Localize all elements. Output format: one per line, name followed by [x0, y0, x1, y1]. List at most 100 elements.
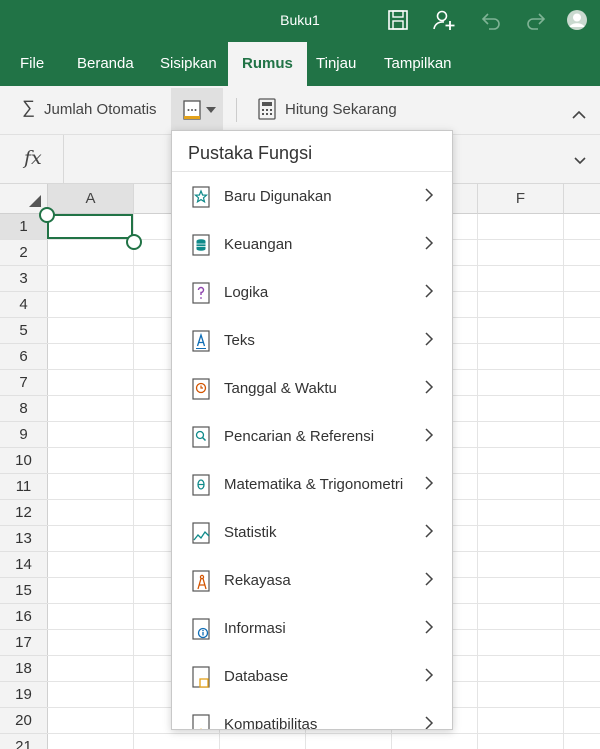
avatar[interactable] — [564, 7, 590, 33]
magnifier-doc-icon — [192, 426, 210, 448]
expand-formula-icon[interactable] — [574, 157, 586, 165]
save-icon[interactable] — [385, 7, 411, 33]
grid-line — [47, 733, 600, 734]
share-icon[interactable] — [431, 7, 457, 33]
text-doc-icon — [192, 330, 210, 352]
row-header[interactable]: 19 — [0, 682, 48, 708]
menu-item-logical[interactable]: Logika — [172, 268, 452, 316]
menu-item-lookup-reference[interactable]: Pencarian & Referensi — [172, 412, 452, 460]
coins-doc-icon — [192, 234, 210, 256]
row-header[interactable]: 11 — [0, 474, 48, 500]
column-header-f[interactable]: F — [478, 184, 564, 214]
menu-item-compatibility[interactable]: Kompatibilitas — [172, 700, 452, 729]
menu-item-date-time[interactable]: Tanggal & Waktu — [172, 364, 452, 412]
menu-item-engineering[interactable]: Rekayasa — [172, 556, 452, 604]
tab-file[interactable]: File — [20, 42, 44, 86]
chevron-right-icon — [425, 476, 434, 490]
database-doc-icon — [192, 666, 210, 688]
selection-handle-end[interactable] — [126, 234, 142, 250]
menu-item-label: Baru Digunakan — [224, 188, 332, 205]
chevron-right-icon — [425, 668, 434, 682]
tab-insert[interactable]: Sisipkan — [160, 42, 217, 86]
menu-item-label: Matematika & Trigonometri — [224, 476, 404, 493]
tab-home[interactable]: Beranda — [77, 42, 134, 86]
row-header[interactable]: 13 — [0, 526, 48, 552]
compass-doc-icon — [192, 570, 210, 592]
question-doc-icon — [192, 282, 210, 304]
select-all-icon — [29, 195, 41, 207]
chevron-right-icon — [425, 284, 434, 298]
toolbar-divider — [236, 98, 237, 122]
menu-item-label: Keuangan — [224, 236, 293, 253]
row-header[interactable]: 18 — [0, 656, 48, 682]
fx-icon[interactable]: fx — [24, 147, 42, 169]
menu-item-financial[interactable]: Keuangan — [172, 220, 452, 268]
row-header[interactable]: 3 — [0, 266, 48, 292]
undo-icon[interactable] — [478, 7, 504, 33]
chevron-right-icon — [425, 428, 434, 442]
row-header[interactable]: 9 — [0, 422, 48, 448]
menu-item-math-trig[interactable]: Matematika & Trigonometri — [172, 460, 452, 508]
function-library-button[interactable] — [171, 88, 223, 132]
formula-divider — [63, 135, 64, 183]
tab-formulas[interactable]: Rumus — [228, 42, 307, 86]
column-header-g[interactable]: G — [564, 184, 600, 214]
menu-item-label: Teks — [224, 332, 255, 349]
function-library-icon — [183, 100, 201, 120]
menu-item-information[interactable]: Informasi — [172, 604, 452, 652]
row-header[interactable]: 2 — [0, 240, 48, 266]
compat-doc-icon — [192, 714, 210, 729]
info-doc-icon — [192, 618, 210, 640]
chevron-right-icon — [425, 620, 434, 634]
row-header[interactable]: 14 — [0, 552, 48, 578]
title-bar: Buku1 — [0, 0, 600, 42]
menu-title: Pustaka Fungsi — [188, 143, 313, 163]
row-header[interactable]: 17 — [0, 630, 48, 656]
grid-line — [563, 214, 564, 749]
chevron-right-icon — [425, 572, 434, 586]
calculator-icon[interactable] — [258, 98, 276, 125]
selection-handle-start[interactable] — [39, 207, 55, 223]
menu-item-text[interactable]: Teks — [172, 316, 452, 364]
row-header[interactable]: 4 — [0, 292, 48, 318]
autosum-button[interactable]: Jumlah Otomatis — [44, 101, 157, 118]
redo-icon[interactable] — [523, 7, 549, 33]
chevron-right-icon — [425, 380, 434, 394]
row-header[interactable]: 10 — [0, 448, 48, 474]
row-header[interactable]: 16 — [0, 604, 48, 630]
row-header[interactable]: 6 — [0, 344, 48, 370]
menu-item-label: Statistik — [224, 524, 277, 541]
menu-item-label: Logika — [224, 284, 269, 301]
grid-line — [133, 214, 134, 749]
chevron-right-icon — [425, 716, 434, 729]
collapse-ribbon-icon[interactable] — [572, 111, 586, 119]
row-header[interactable]: 7 — [0, 370, 48, 396]
autosum-icon[interactable]: ∑ — [22, 97, 35, 118]
column-header-a[interactable]: A — [48, 184, 134, 214]
selected-cell[interactable] — [47, 214, 133, 239]
function-library-menu: Pustaka Fungsi Baru Digunakan Keuangan L… — [171, 130, 453, 730]
row-header[interactable]: 5 — [0, 318, 48, 344]
grid-line — [477, 214, 478, 749]
menu-item-label: Pencarian & Referensi — [224, 428, 375, 445]
menu-item-recent[interactable]: Baru Digunakan — [172, 172, 452, 220]
menu-item-label: Tanggal & Waktu — [224, 380, 337, 397]
calculate-now-button[interactable]: Hitung Sekarang — [285, 101, 397, 118]
ribbon-toolbar: ∑ Jumlah Otomatis Hitung Sekarang — [0, 86, 600, 135]
window-title: Buku1 — [280, 12, 320, 28]
row-header[interactable]: 8 — [0, 396, 48, 422]
chevron-down-icon — [206, 107, 216, 113]
ribbon-tabs: File Beranda Sisipkan Rumus Tinjau Tampi… — [0, 42, 600, 86]
menu-item-database[interactable]: Database — [172, 652, 452, 700]
menu-item-statistical[interactable]: Statistik — [172, 508, 452, 556]
row-header[interactable]: 15 — [0, 578, 48, 604]
chart-doc-icon — [192, 522, 210, 544]
row-header[interactable]: 21 — [0, 734, 48, 749]
tab-view[interactable]: Tampilkan — [384, 42, 452, 86]
tab-review[interactable]: Tinjau — [316, 42, 356, 86]
star-doc-icon — [192, 186, 210, 208]
row-header[interactable]: 20 — [0, 708, 48, 734]
chevron-right-icon — [425, 188, 434, 202]
menu-item-label: Database — [224, 668, 289, 685]
row-header[interactable]: 12 — [0, 500, 48, 526]
